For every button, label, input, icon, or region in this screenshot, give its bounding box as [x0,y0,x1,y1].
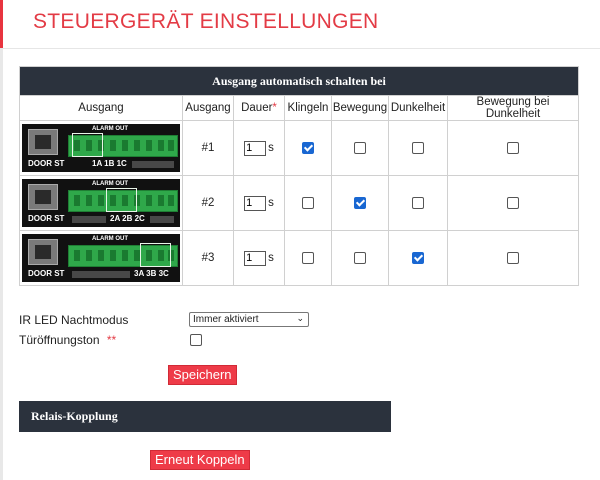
col-klingeln: Klingeln [284,95,332,121]
chevron-down-icon: ⌄ [296,313,304,323]
col-bewegung-dunkelheit: Bewegung bei Dunkelheit [447,95,579,121]
duration-input[interactable] [244,140,267,156]
table-caption: Ausgang automatisch schalten bei [19,66,579,96]
duration-cell: s [233,120,285,176]
bewegung-checkbox[interactable] [354,251,366,264]
dunkelheit-checkbox[interactable] [412,251,424,264]
ir-led-selected-value: Immer aktiviert [193,314,259,325]
duration-cell: s [233,230,285,286]
door-tone-checkbox[interactable] [190,334,202,346]
klingeln-checkbox[interactable] [302,251,314,264]
connector-image: ALARM OUT DOOR ST 2A 2B 2C [22,179,180,227]
bewegung-checkbox[interactable] [354,141,366,154]
door-st-label: DOOR ST [28,214,65,223]
duration-unit: s [268,197,274,209]
header-divider [0,48,600,49]
dunkelheit-checkbox[interactable] [412,141,424,154]
table-row: ALARM OUT DOOR ST 1A 1B 1C #1 s [19,120,579,176]
duration-input[interactable] [244,195,267,211]
output-table: Ausgang automatisch schalten bei Ausgang… [19,66,579,286]
duration-cell: s [233,175,285,231]
highlighted-pins-icon [140,243,171,267]
required-marker: * [272,102,277,114]
klingeln-checkbox[interactable] [302,141,314,154]
page-header: STEUERGERÄT EINSTELLUNGEN [0,0,600,48]
door-tone-row: Türöffnungston ** [19,333,116,347]
pin-label: 1A 1B 1C [92,159,127,168]
col-ausgang-image: Ausgang [19,95,183,121]
rj45-port-icon [28,239,58,265]
output-image-cell: ALARM OUT DOOR ST 1A 1B 1C [19,120,183,176]
table-row: ALARM OUT DOOR ST 2A 2B 2C #2 s [19,175,579,231]
rj45-port-icon [28,129,58,155]
pin-label: 3A 3B 3C [134,269,169,278]
duration-unit: s [268,142,274,154]
dunkelheit-checkbox[interactable] [412,196,424,209]
bewegung-dunkelheit-checkbox[interactable] [507,251,519,264]
col-bewegung: Bewegung [331,95,389,121]
col-dauer: Dauer* [233,95,285,121]
output-number: #2 [182,175,234,231]
ir-led-select[interactable]: Immer aktiviert ⌄ [189,312,309,327]
re-pair-button[interactable]: Erneut Koppeln [150,450,250,470]
connector-image: ALARM OUT DOOR ST 1A 1B 1C [22,124,180,172]
duration-unit: s [268,252,274,264]
bewegung-dunkelheit-checkbox[interactable] [507,196,519,209]
alarm-out-label: ALARM OUT [92,126,128,132]
bewegung-dunkelheit-checkbox[interactable] [507,141,519,154]
table-row: ALARM OUT DOOR ST 3A 3B 3C #3 s [19,230,579,286]
dauer-label: Dauer [241,102,273,114]
col-dunkelheit: Dunkelheit [388,95,448,121]
alarm-out-label: ALARM OUT [92,181,128,187]
col-ausgang-number: Ausgang [182,95,234,121]
klingeln-checkbox[interactable] [302,196,314,209]
page-title: STEUERGERÄT EINSTELLUNGEN [33,10,379,33]
ir-led-label: IR LED Nachtmodus [19,313,129,327]
relay-section-header: Relais-Kopplung [19,401,391,432]
output-number: #3 [182,230,234,286]
highlighted-pins-icon [106,188,137,212]
bewegung-checkbox[interactable] [354,196,366,209]
highlighted-pins-icon [72,133,103,157]
required-marker: ** [106,333,117,347]
pin-label: 2A 2B 2C [110,214,145,223]
output-image-cell: ALARM OUT DOOR ST 3A 3B 3C [19,230,183,286]
connector-image: ALARM OUT DOOR ST 3A 3B 3C [22,234,180,282]
door-st-label: DOOR ST [28,159,65,168]
output-image-cell: ALARM OUT DOOR ST 2A 2B 2C [19,175,183,231]
save-button[interactable]: Speichern [168,365,237,385]
door-st-label: DOOR ST [28,269,65,278]
rj45-port-icon [28,184,58,210]
alarm-out-label: ALARM OUT [92,236,128,242]
duration-input[interactable] [244,250,267,266]
door-tone-label: Türöffnungston [19,333,100,347]
output-number: #1 [182,120,234,176]
